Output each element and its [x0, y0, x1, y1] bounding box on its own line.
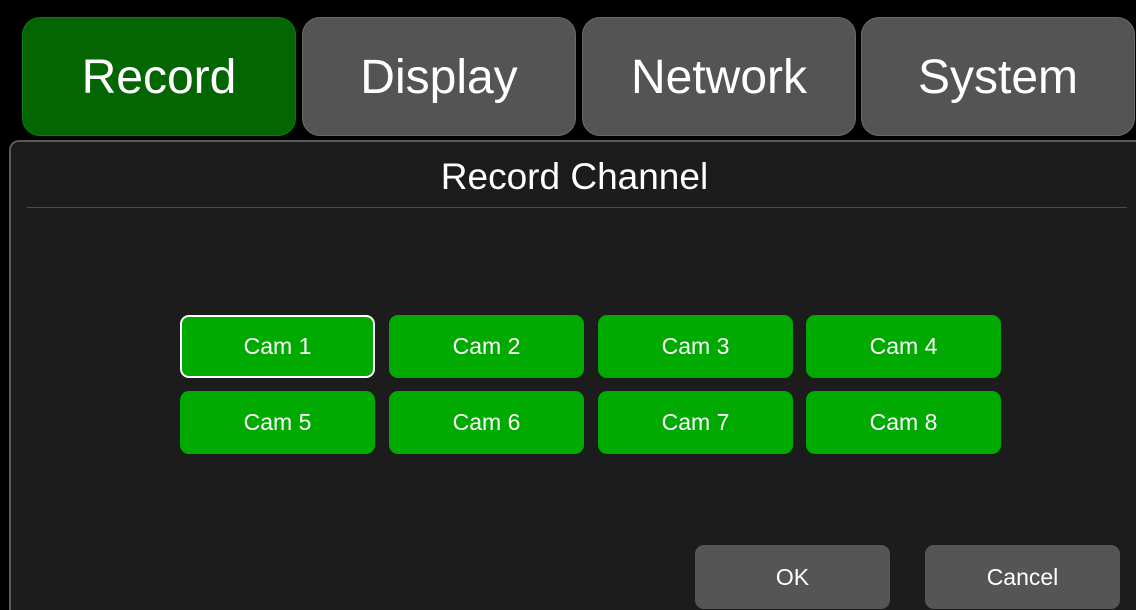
tab-display-label: Display [360, 51, 518, 104]
cam-2-button[interactable]: Cam 2 [389, 315, 584, 378]
tab-system[interactable]: System [861, 17, 1135, 136]
tab-network[interactable]: Network [582, 17, 856, 136]
dialog-title: Record Channel [440, 156, 709, 197]
tab-network-label: Network [630, 51, 808, 104]
cam-7-button[interactable]: Cam 7 [598, 391, 793, 454]
cancel-button[interactable]: Cancel [925, 545, 1120, 609]
cam-3-button[interactable]: Cam 3 [598, 315, 793, 378]
cam-1-button[interactable]: Cam 1 [180, 315, 375, 378]
tab-system-label: System [917, 51, 1079, 104]
cam-5-button[interactable]: Cam 5 [180, 391, 375, 454]
ok-button[interactable]: OK [695, 545, 890, 609]
tab-record-label: Record [81, 51, 237, 104]
record-settings-screen: Record Display Network System Record Cha… [0, 0, 1136, 610]
title-divider [27, 207, 1127, 208]
cam-8-button[interactable]: Cam 8 [806, 391, 1001, 454]
tab-record[interactable]: Record [22, 17, 296, 136]
cam-4-button[interactable]: Cam 4 [806, 315, 1001, 378]
tab-display[interactable]: Display [302, 17, 576, 136]
record-channel-dialog: Record Channel Cam 1 Cam 2 Cam 3 Cam 4 C… [9, 140, 1136, 610]
cam-6-button[interactable]: Cam 6 [389, 391, 584, 454]
